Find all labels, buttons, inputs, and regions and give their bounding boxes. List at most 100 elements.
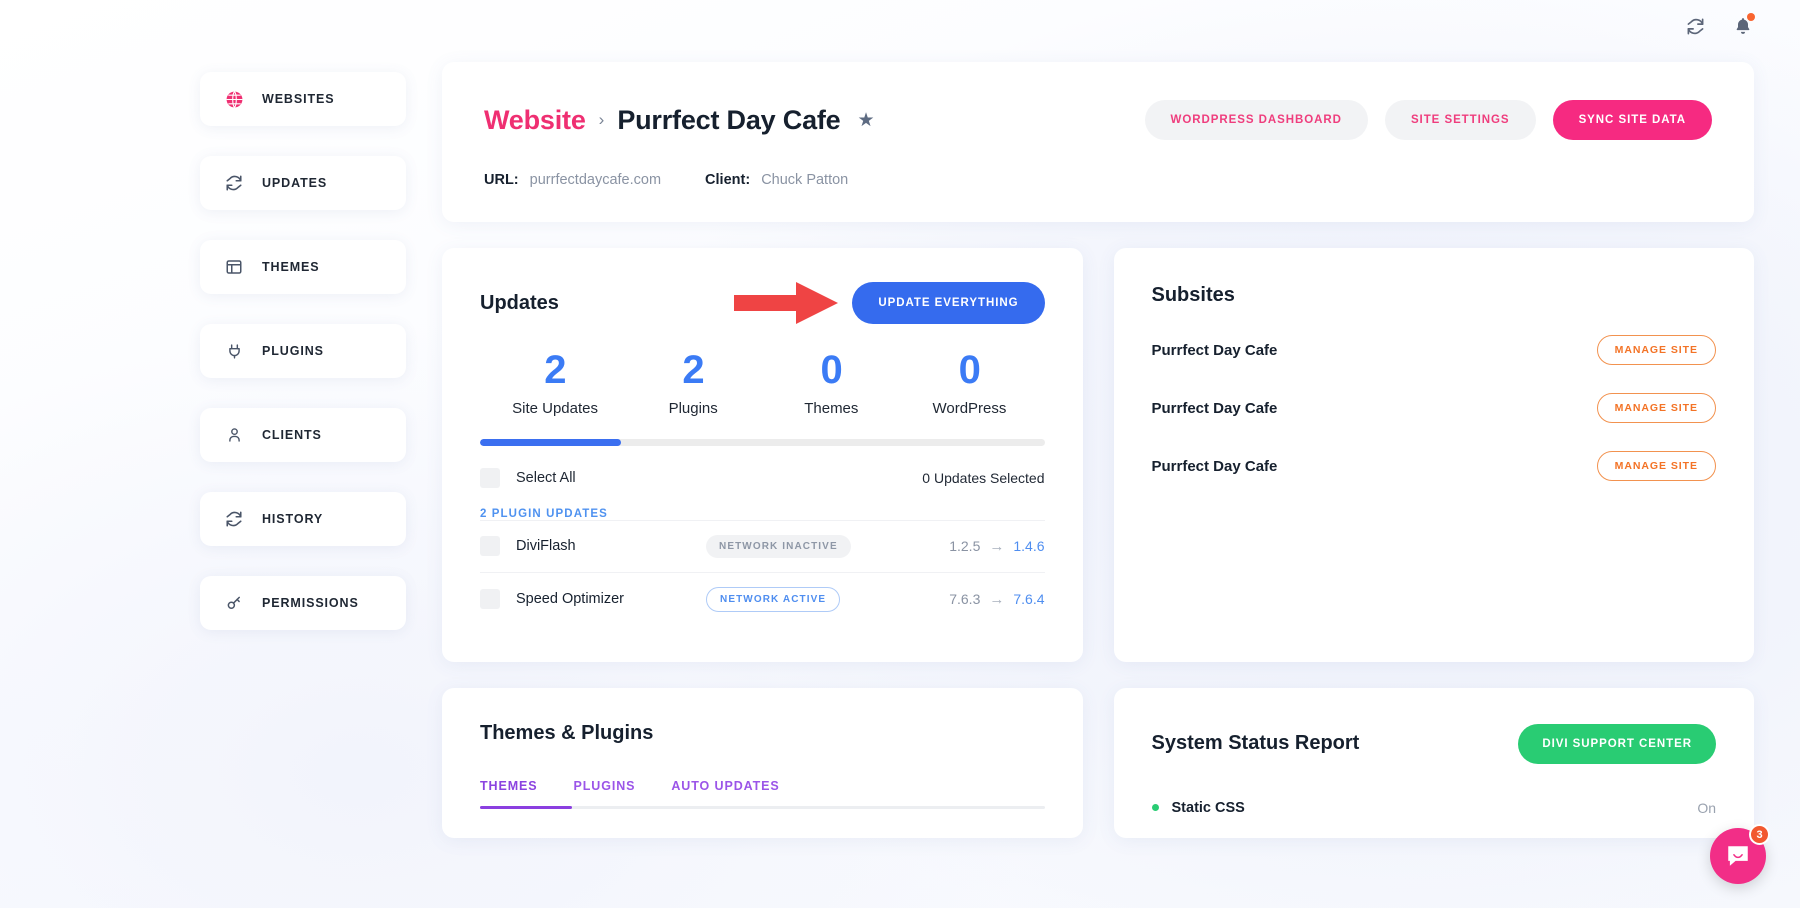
sidebar-item-websites[interactable]: WEBSITES: [200, 72, 406, 126]
subsite-name: Purrfect Day Cafe: [1152, 400, 1278, 417]
meta-client-value: Chuck Patton: [761, 172, 848, 188]
version-from: 7.6.3: [949, 591, 980, 607]
updates-title: Updates: [480, 292, 559, 315]
table-row[interactable]: DiviFlash NETWORK INACTIVE 1.2.5 → 1.4.6: [480, 520, 1045, 572]
chat-smiley-icon: [1725, 843, 1751, 869]
manage-site-button[interactable]: MANAGE SITE: [1597, 335, 1716, 365]
site-header-card: Website › Purrfect Day Cafe ★ WORDPRESS …: [442, 62, 1754, 222]
divi-support-center-button[interactable]: DIVI SUPPORT CENTER: [1518, 724, 1716, 764]
stat-plugins: 2 Plugins: [624, 348, 762, 417]
stat-value: 2: [486, 348, 624, 393]
version-change: 1.2.5 → 1.4.6: [949, 538, 1044, 555]
sidebar-item-themes[interactable]: THEMES: [200, 240, 406, 294]
system-status-title: System Status Report: [1152, 732, 1360, 755]
sidebar-item-plugins[interactable]: PLUGINS: [200, 324, 406, 378]
tab-themes[interactable]: THEMES: [480, 779, 538, 806]
sidebar-item-label: CLIENTS: [262, 428, 322, 442]
plugin-name: Speed Optimizer: [516, 591, 706, 607]
select-all-label: Select All: [516, 470, 576, 486]
version-from: 1.2.5: [949, 538, 980, 554]
header-actions: WORDPRESS DASHBOARD SITE SETTINGS SYNC S…: [1145, 100, 1712, 140]
sidebar: WEBSITES UPDATES THEMES: [200, 72, 406, 660]
refresh-icon: [224, 509, 244, 529]
globe-icon: [224, 89, 244, 109]
stat-value: 0: [762, 348, 900, 393]
status-name: Static CSS: [1172, 800, 1245, 816]
breadcrumb-root-link[interactable]: Website: [484, 105, 586, 136]
list-item: Purrfect Day Cafe MANAGE SITE: [1152, 335, 1717, 365]
panel-grid-bottom: Themes & Plugins THEMES PLUGINS AUTO UPD…: [442, 688, 1754, 838]
app-root: WEBSITES UPDATES THEMES: [0, 0, 1800, 908]
plugin-updates-section-label: 2 PLUGIN UPDATES: [480, 508, 1045, 520]
subsites-title: Subsites: [1152, 284, 1717, 307]
sidebar-item-clients[interactable]: CLIENTS: [200, 408, 406, 462]
breadcrumb-separator-icon: ›: [599, 110, 605, 130]
list-item: Purrfect Day Cafe MANAGE SITE: [1152, 393, 1717, 423]
themes-plugins-card: Themes & Plugins THEMES PLUGINS AUTO UPD…: [442, 688, 1083, 838]
sidebar-item-updates[interactable]: UPDATES: [200, 156, 406, 210]
browser-icon: [224, 257, 244, 277]
list-item: Purrfect Day Cafe MANAGE SITE: [1152, 451, 1717, 481]
notification-dot: [1747, 13, 1755, 21]
table-row[interactable]: Speed Optimizer NETWORK ACTIVE 7.6.3 → 7…: [480, 572, 1045, 626]
sidebar-item-permissions[interactable]: PERMISSIONS: [200, 576, 406, 630]
subsite-name: Purrfect Day Cafe: [1152, 458, 1278, 475]
sidebar-item-label: HISTORY: [262, 512, 323, 526]
subsite-name: Purrfect Day Cafe: [1152, 342, 1278, 359]
stat-site-updates: 2 Site Updates: [486, 348, 624, 417]
update-everything-button[interactable]: UPDATE EVERYTHING: [852, 282, 1044, 324]
bell-icon[interactable]: [1730, 13, 1756, 39]
sidebar-item-history[interactable]: HISTORY: [200, 492, 406, 546]
status-badge: NETWORK INACTIVE: [706, 535, 851, 558]
red-arrow-icon: [734, 282, 838, 324]
subsites-card: Subsites Purrfect Day Cafe MANAGE SITE P…: [1114, 248, 1755, 662]
arrow-right-icon: →: [989, 538, 1004, 555]
star-icon[interactable]: ★: [858, 109, 875, 132]
plug-icon: [224, 341, 244, 361]
tab-underline: [480, 806, 1045, 809]
version-to: 1.4.6: [1013, 538, 1044, 554]
stat-value: 0: [900, 348, 1038, 393]
tab-plugins[interactable]: PLUGINS: [574, 779, 636, 806]
status-dot-icon: [1152, 804, 1159, 811]
site-settings-button[interactable]: SITE SETTINGS: [1385, 100, 1536, 140]
meta-url-value: purrfectdaycafe.com: [530, 172, 661, 188]
status-value: On: [1697, 800, 1716, 816]
manage-site-button[interactable]: MANAGE SITE: [1597, 451, 1716, 481]
plugin-name: DiviFlash: [516, 538, 706, 554]
stat-themes: 0 Themes: [762, 348, 900, 417]
themes-plugins-tabs: THEMES PLUGINS AUTO UPDATES: [480, 779, 1045, 806]
meta-client-label: Client:: [705, 172, 750, 188]
sidebar-item-label: UPDATES: [262, 176, 327, 190]
sync-site-data-button[interactable]: SYNC SITE DATA: [1553, 100, 1712, 140]
version-to: 7.6.4: [1013, 591, 1044, 607]
meta-url-label: URL:: [484, 172, 519, 188]
select-all-checkbox[interactable]: [480, 468, 500, 488]
updates-card: Updates UPDATE EVERYTHING 2 Site Updates: [442, 248, 1083, 662]
tab-active-indicator: [480, 806, 572, 809]
stat-label: Themes: [762, 400, 900, 417]
row-checkbox[interactable]: [480, 536, 500, 556]
site-meta: URL: purrfectdaycafe.com Client: Chuck P…: [484, 172, 1712, 188]
refresh-icon: [224, 173, 244, 193]
intercom-launcher[interactable]: 3: [1710, 828, 1766, 884]
stat-label: Site Updates: [486, 400, 624, 417]
update-progress-fill: [480, 439, 621, 446]
key-icon: [224, 593, 244, 613]
system-status-card: System Status Report DIVI SUPPORT CENTER…: [1114, 688, 1755, 838]
page-title: Purrfect Day Cafe: [617, 105, 840, 136]
list-item: Static CSS On: [1152, 800, 1717, 816]
row-checkbox[interactable]: [480, 589, 500, 609]
version-change: 7.6.3 → 7.6.4: [949, 591, 1044, 608]
arrow-right-icon: →: [989, 591, 1004, 608]
tab-auto-updates[interactable]: AUTO UPDATES: [671, 779, 779, 806]
stat-label: Plugins: [624, 400, 762, 417]
meta-client: Client: Chuck Patton: [705, 172, 848, 188]
sync-icon[interactable]: [1682, 13, 1708, 39]
status-badge: NETWORK ACTIVE: [706, 587, 840, 612]
manage-site-button[interactable]: MANAGE SITE: [1597, 393, 1716, 423]
sidebar-item-label: THEMES: [262, 260, 320, 274]
selected-count-label: 0 Updates Selected: [922, 470, 1044, 486]
stat-value: 2: [624, 348, 762, 393]
wordpress-dashboard-button[interactable]: WORDPRESS DASHBOARD: [1145, 100, 1368, 140]
